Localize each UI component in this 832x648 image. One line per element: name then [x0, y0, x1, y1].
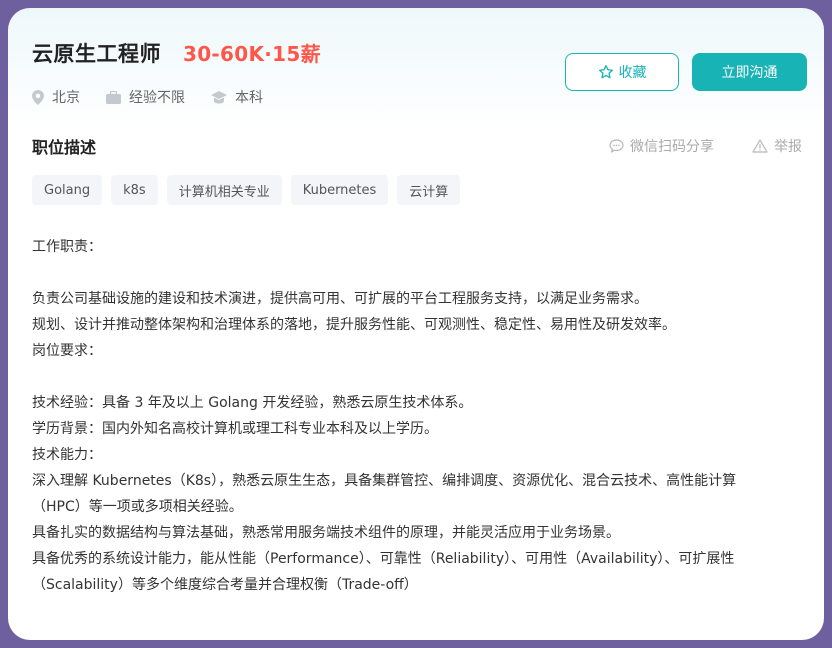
share-label: 微信扫码分享: [630, 139, 714, 155]
description-line: [32, 260, 812, 286]
job-meta: 北京 经验不限 本科: [32, 87, 289, 107]
description-line: 技术经验：具备 3 年及以上 Golang 开发经验，熟悉云原生技术体系。: [32, 395, 473, 411]
description-line: 工作职责：: [32, 239, 102, 255]
description-line: 深入理解 Kubernetes（K8s），熟悉云原生生态，具备集群管控、编排调度…: [32, 473, 737, 489]
meta-location: 北京: [32, 87, 80, 107]
meta-education: 本科: [211, 87, 263, 107]
description-line: [32, 364, 812, 390]
description-line: 具备扎实的数据结构与算法基础，熟悉常用服务端技术组件的原理，并能灵活应用于业务场…: [32, 525, 620, 541]
skill-tag: Kubernetes: [290, 175, 389, 205]
location-pin-icon: [32, 89, 44, 105]
description-line: 学历背景：国内外知名高校计算机或理工科专业本科及以上学历。: [32, 421, 438, 437]
graduation-cap-icon: [211, 90, 227, 103]
salary: 30-60K·15薪: [183, 42, 321, 66]
description-line: 负责公司基础设施的建设和技术演进，提供高可用、可扩展的平台工程服务支持，以满足业…: [32, 291, 648, 307]
chat-bubble-icon: [609, 139, 624, 153]
skill-tags: Golang k8s 计算机相关专业 Kubernetes 云计算: [32, 175, 469, 205]
wechat-share-link[interactable]: 微信扫码分享: [609, 136, 714, 156]
description-line: （Scalability）等多个维度综合考量并合理权衡（Trade-off）: [32, 577, 418, 593]
skill-tag: k8s: [111, 175, 158, 205]
skill-tag: 计算机相关专业: [166, 175, 282, 205]
chat-now-label: 立即沟通: [721, 65, 778, 81]
warning-icon: [752, 139, 768, 153]
star-icon: [598, 65, 613, 79]
job-description: 工作职责： 负责公司基础设施的建设和技术演进，提供高可用、可扩展的平台工程服务支…: [32, 234, 812, 598]
title-row: 云原生工程师 30-60K·15薪: [32, 38, 321, 68]
favorite-button[interactable]: 收藏: [565, 53, 679, 91]
favorite-label: 收藏: [618, 65, 647, 81]
job-title: 云原生工程师: [32, 42, 161, 66]
skill-tag: 云计算: [397, 175, 461, 205]
meta-experience: 经验不限: [106, 87, 185, 107]
skill-tag: Golang: [32, 175, 103, 205]
description-line: 具备优秀的系统设计能力，能从性能（Performance）、可靠性（Reliab…: [32, 551, 735, 567]
education-text: 本科: [235, 90, 263, 106]
briefcase-icon: [106, 90, 121, 104]
description-line: （HPC）等一项或多项相关经验。: [32, 499, 243, 515]
experience-text: 经验不限: [129, 90, 185, 106]
report-link[interactable]: 举报: [752, 136, 802, 156]
report-label: 举报: [774, 139, 802, 155]
location-text: 北京: [52, 90, 80, 106]
description-line: 岗位要求：: [32, 343, 102, 359]
outer-frame: 云原生工程师 30-60K·15薪 北京 经验不限 本科 收藏 立即沟通 职位描…: [3, 3, 829, 645]
description-line: 规划、设计并推动整体架构和治理体系的落地，提升服务性能、可观测性、稳定性、易用性…: [32, 317, 676, 333]
description-line: 技术能力：: [32, 447, 102, 463]
section-title: 职位描述: [32, 138, 97, 157]
job-detail-card: 云原生工程师 30-60K·15薪 北京 经验不限 本科 收藏 立即沟通 职位描…: [8, 8, 824, 640]
chat-now-button[interactable]: 立即沟通: [692, 53, 807, 91]
